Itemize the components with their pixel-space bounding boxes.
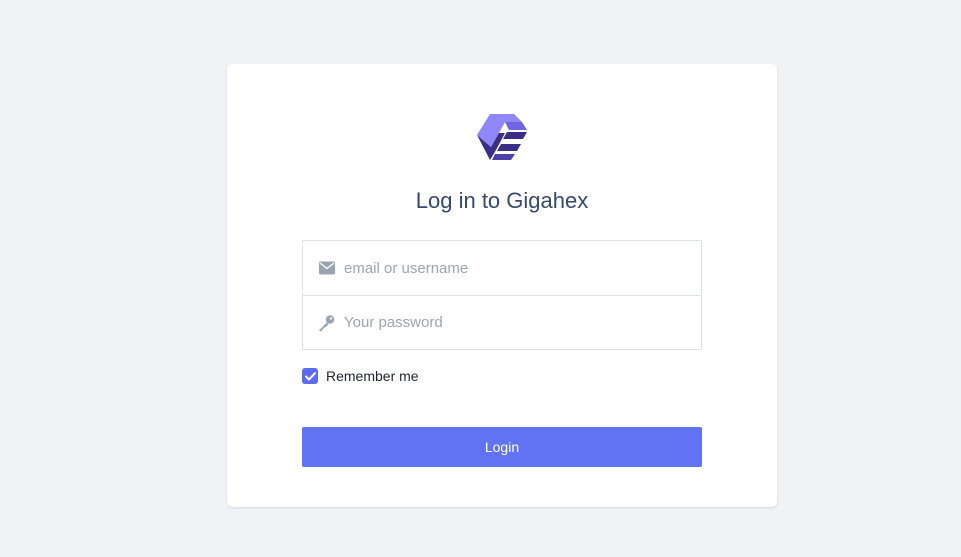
remember-me-checkbox[interactable]: Remember me [302, 368, 419, 384]
remember-me-label: Remember me [326, 368, 419, 384]
envelope-icon [318, 260, 335, 277]
password-field-row [303, 295, 701, 349]
checkbox-checked-icon[interactable] [302, 368, 318, 384]
login-button[interactable]: Login [302, 427, 702, 467]
page-title: Log in to Gigahex [415, 188, 589, 213]
key-icon [318, 314, 335, 331]
password-input[interactable] [303, 296, 701, 349]
username-field-row [303, 241, 701, 295]
gigahex-logo-icon [477, 114, 527, 161]
username-input[interactable] [303, 241, 701, 295]
login-card: Log in to Gigahex email or username Reme… [227, 64, 777, 507]
credentials-fields [302, 240, 702, 350]
